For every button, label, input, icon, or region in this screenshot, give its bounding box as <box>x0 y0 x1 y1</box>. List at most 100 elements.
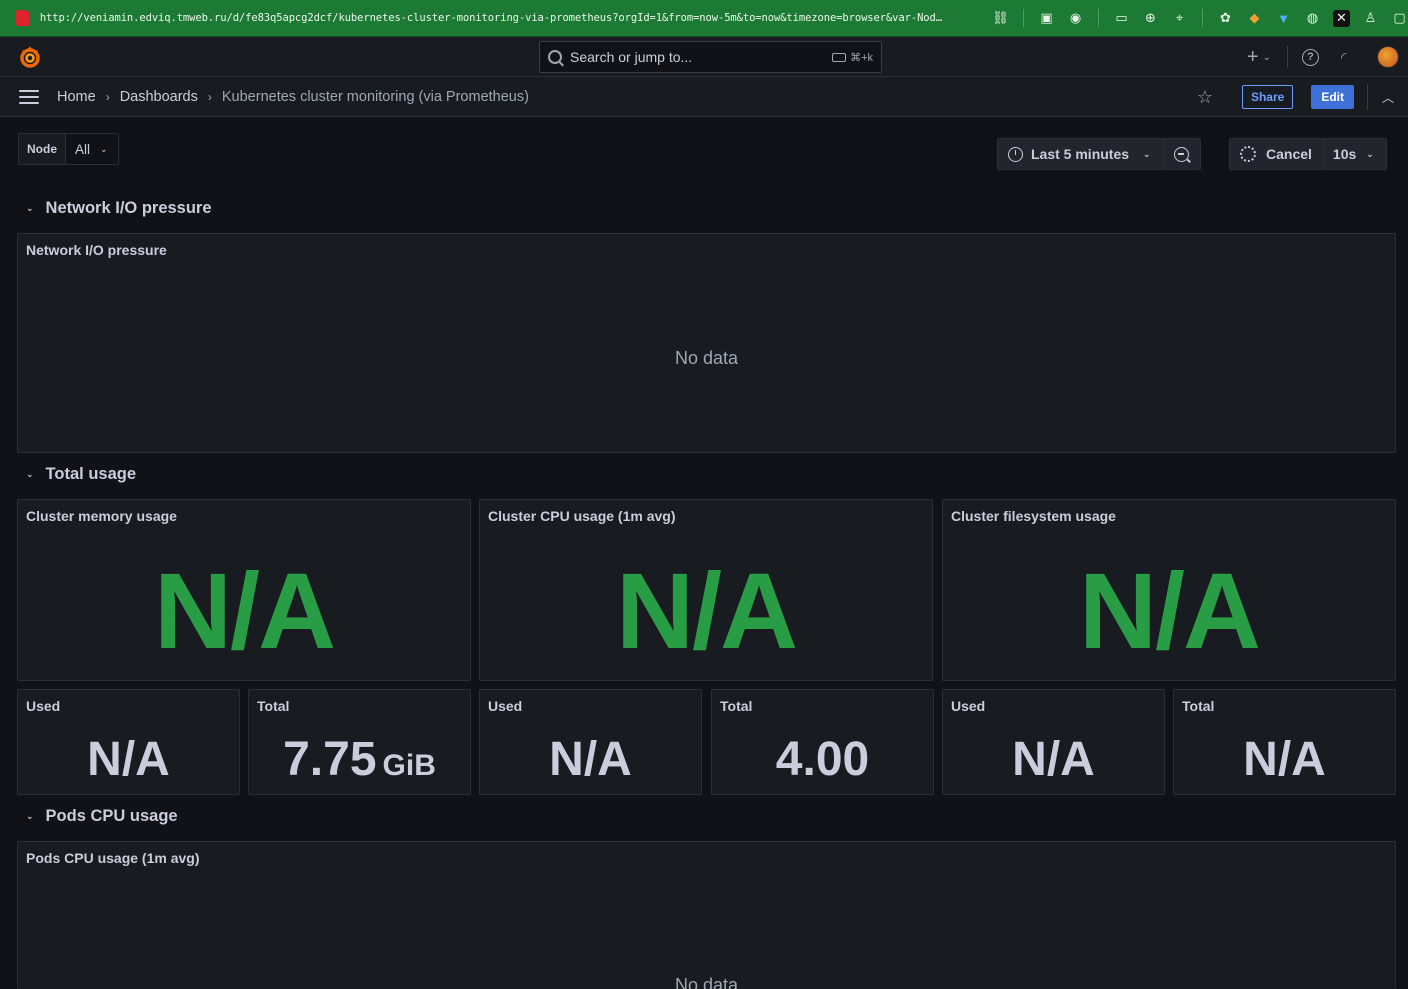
share-button[interactable]: Share <box>1241 85 1294 109</box>
chevron-down-icon: ⌄ <box>1143 148 1151 159</box>
chevron-right-icon: › <box>207 89 212 104</box>
add-new-button[interactable]: + <box>1247 46 1259 69</box>
chevron-down-icon: ⌄ <box>26 811 34 821</box>
chevron-down-icon: ⌄ <box>100 143 108 154</box>
shield-icon[interactable]: ▼ <box>1275 10 1292 27</box>
panel-filesystem-total[interactable]: Total N/A <box>1173 689 1396 795</box>
camera-icon[interactable]: ◉ <box>1067 10 1084 27</box>
toolbar-divider <box>1023 9 1024 27</box>
stat-value: N/A <box>1243 733 1326 786</box>
chevron-down-icon[interactable]: ⌄ <box>1263 52 1271 63</box>
panel-memory-total[interactable]: Total 7.75 GiB <box>248 689 471 795</box>
shortcut-text: ⌘+k <box>850 51 873 64</box>
panel-title: Used <box>951 698 986 714</box>
chevron-down-icon: ⌄ <box>26 203 34 213</box>
panel-title: Cluster memory usage <box>26 508 177 524</box>
zoom-out-button[interactable] <box>1164 139 1200 169</box>
toolbar-divider <box>1202 9 1203 27</box>
search-icon <box>548 50 562 64</box>
stat-value: N/A <box>1012 733 1095 786</box>
node-variable-picker[interactable]: Node All ⌄ <box>18 133 119 165</box>
stat-unit: GiB <box>382 749 436 782</box>
page-favicon-icon <box>16 10 30 26</box>
panel-cpu-used[interactable]: Used N/A <box>479 689 702 795</box>
chevron-up-icon[interactable]: ︿ <box>1382 89 1394 106</box>
edit-button[interactable]: Edit <box>1311 85 1354 109</box>
panel-title: Cluster CPU usage (1m avg) <box>488 508 676 524</box>
search-bar[interactable]: Search or jump to... ⌘+k <box>539 41 882 73</box>
stat-value: N/A <box>154 550 336 671</box>
panel-cluster-filesystem-usage[interactable]: Cluster filesystem usage N/A <box>942 499 1396 681</box>
stat-value: N/A <box>87 733 170 786</box>
stat-value: N/A <box>1079 550 1261 671</box>
browser-extension-icons: ⛓ ▣ ◉ ▭ ⊕ ⌖ ✿ ◆ ▼ ◍ ✕ ♙ ▢ <box>992 9 1408 27</box>
help-icon[interactable]: ? <box>1302 48 1319 66</box>
panel-title: Used <box>488 698 523 714</box>
node-variable-label: Node <box>19 134 66 164</box>
breadcrumb-dashboards[interactable]: Dashboards <box>120 89 198 105</box>
toolbar-divider <box>1366 84 1368 110</box>
terminal-icon[interactable]: ▭ <box>1113 10 1130 27</box>
toolbar-divider <box>1098 9 1099 27</box>
stat-value: N/A <box>616 550 798 671</box>
stat-value: 4.00 <box>775 733 870 786</box>
row-network-io-pressure[interactable]: ⌄ Network I/O pressure <box>26 199 212 218</box>
time-range-label: Last 5 minutes <box>1031 146 1130 162</box>
panel-title: Used <box>26 698 61 714</box>
user-icon[interactable]: ♙ <box>1362 10 1379 27</box>
chevron-down-icon: ⌄ <box>26 469 34 479</box>
panel-network-io-pressure[interactable]: Network I/O pressure No data <box>17 233 1396 453</box>
panel-cpu-total[interactable]: Total 4.00 <box>711 689 934 795</box>
no-data-message: No data <box>674 975 739 989</box>
cancel-label: Cancel <box>1266 146 1312 162</box>
panel-title: Total <box>720 698 753 714</box>
loading-spinner-icon <box>1240 146 1256 162</box>
news-feed-icon[interactable]: ◜ <box>1341 49 1357 65</box>
fox-icon[interactable]: ◆ <box>1246 10 1263 27</box>
node-variable-value: All <box>75 141 91 157</box>
dashboard-actions: ☆ Share Edit ︿ <box>1197 77 1408 117</box>
grafana-top-nav: Search or jump to... ⌘+k + ⌄ ? ◜ <box>0 37 1408 77</box>
row-title: Network I/O pressure <box>45 199 212 217</box>
time-range-picker: Last 5 minutes ⌄ <box>997 138 1201 170</box>
refresh-interval-select[interactable]: 10s ⌄ <box>1325 139 1386 169</box>
panel-cluster-memory-usage[interactable]: Cluster memory usage N/A <box>17 499 471 681</box>
breadcrumb-bar: Home › Dashboards › Kubernetes cluster m… <box>0 77 1408 117</box>
link-icon[interactable]: ⛓ <box>992 10 1009 27</box>
row-total-usage[interactable]: ⌄ Total usage <box>26 465 136 484</box>
stat-value: 7.75 GiB <box>283 733 436 786</box>
x-icon[interactable]: ✕ <box>1333 9 1350 27</box>
user-avatar[interactable] <box>1377 46 1399 68</box>
crosshair-icon[interactable]: ⌖ <box>1171 10 1188 27</box>
chevron-down-icon: ⌄ <box>1366 148 1374 159</box>
star-icon[interactable]: ☆ <box>1197 87 1213 108</box>
row-title: Pods CPU usage <box>45 807 178 825</box>
panel-cluster-cpu-usage[interactable]: Cluster CPU usage (1m avg) N/A <box>479 499 933 681</box>
breadcrumb-current-dashboard: Kubernetes cluster monitoring (via Prome… <box>221 88 529 105</box>
breadcrumb-home[interactable]: Home <box>57 89 96 105</box>
url-text[interactable]: http://veniamin.edviq.tmweb.ru/d/fe83q5a… <box>40 12 978 24</box>
extension-icon[interactable]: ✿ <box>1217 10 1234 27</box>
grafana-logo-icon[interactable] <box>18 45 42 69</box>
row-title: Total usage <box>45 465 137 483</box>
vpn-icon[interactable]: ◍ <box>1304 10 1321 27</box>
panel-title: Total <box>1182 698 1215 714</box>
stat-value: N/A <box>549 733 632 786</box>
row-pods-cpu-usage[interactable]: ⌄ Pods CPU usage <box>26 807 178 826</box>
time-range-button[interactable]: Last 5 minutes ⌄ <box>998 139 1164 169</box>
nav-divider <box>1287 46 1288 68</box>
sidebar-icon[interactable]: ▢ <box>1391 10 1408 27</box>
panel-title: Network I/O pressure <box>26 242 167 258</box>
screenshot-icon[interactable]: ▣ <box>1038 10 1055 27</box>
search-placeholder: Search or jump to... <box>570 49 693 65</box>
cancel-refresh-button[interactable]: Cancel <box>1230 139 1325 169</box>
panel-memory-used[interactable]: Used N/A <box>17 689 240 795</box>
menu-icon[interactable] <box>19 89 39 104</box>
keyboard-shortcut: ⌘+k <box>832 51 873 64</box>
panel-pods-cpu-usage[interactable]: Pods CPU usage (1m avg) No data <box>17 841 1396 989</box>
globe-icon[interactable]: ⊕ <box>1142 10 1159 27</box>
keyboard-icon <box>832 52 847 62</box>
node-variable-select[interactable]: All ⌄ <box>66 134 118 164</box>
panel-filesystem-used[interactable]: Used N/A <box>942 689 1165 795</box>
top-nav-actions: + ⌄ ? ◜ <box>1247 37 1408 77</box>
